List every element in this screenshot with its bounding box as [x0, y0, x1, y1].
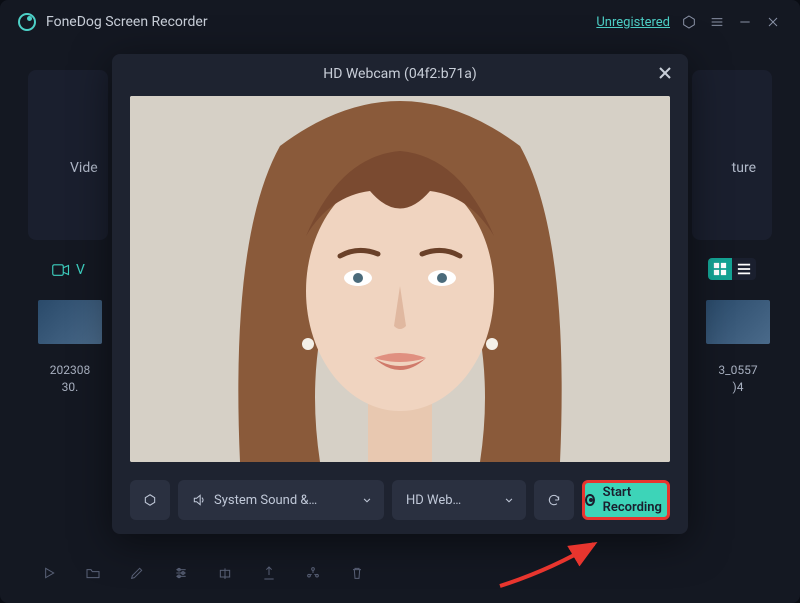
thumbnail-image	[706, 300, 770, 344]
bg-right-label: ture	[732, 160, 756, 176]
settings-hex-icon[interactable]	[680, 13, 698, 31]
thumbnail-left[interactable]: 202308 30.	[34, 300, 106, 396]
speaker-icon	[192, 493, 206, 507]
video-tab[interactable]: V	[52, 262, 85, 278]
chevron-down-icon	[360, 493, 374, 507]
folder-icon[interactable]	[84, 564, 102, 582]
camera-source-dropdown[interactable]: HD Web…	[392, 480, 526, 520]
modal-settings-button[interactable]	[130, 480, 170, 520]
menu-icon[interactable]	[708, 13, 726, 31]
modal-header: HD Webcam (04f2:b71a)	[112, 54, 688, 94]
minimize-icon[interactable]	[736, 13, 754, 31]
share-icon[interactable]	[304, 564, 322, 582]
start-recording-button[interactable]: Start Recording	[582, 480, 670, 520]
app-logo-icon	[18, 13, 36, 31]
close-icon[interactable]	[764, 13, 782, 31]
chevron-down-icon	[502, 493, 516, 507]
modal-close-icon[interactable]	[656, 64, 674, 82]
export-icon[interactable]	[260, 564, 278, 582]
camera-dropdown-label: HD Web…	[406, 493, 494, 508]
bg-card-right	[692, 70, 772, 240]
bg-left-label: Vide	[70, 160, 98, 176]
video-tab-label: V	[76, 262, 85, 278]
grid-view-button[interactable]	[708, 258, 732, 280]
start-recording-label: Start Recording	[603, 485, 667, 515]
delete-icon[interactable]	[348, 564, 366, 582]
thumbnail-line2: 30.	[34, 379, 106, 396]
webcam-modal: HD Webcam (04f2:b71a)	[112, 54, 688, 534]
app-title: FoneDog Screen Recorder	[46, 14, 208, 30]
modal-title: HD Webcam (04f2:b71a)	[323, 66, 477, 82]
thumbnail-line1: 3_0557	[702, 362, 774, 379]
record-icon	[585, 494, 595, 506]
audio-dropdown-label: System Sound &…	[214, 493, 352, 508]
audio-source-dropdown[interactable]: System Sound &…	[178, 480, 384, 520]
title-bar: FoneDog Screen Recorder Unregistered	[0, 0, 800, 44]
bg-card-left	[28, 70, 108, 240]
webcam-face-illustration	[130, 96, 670, 462]
webcam-preview	[130, 96, 670, 462]
app-window: FoneDog Screen Recorder Unregistered Vid…	[0, 0, 800, 603]
rename-icon[interactable]	[216, 564, 234, 582]
bottom-toolbar	[0, 557, 800, 589]
unregistered-link[interactable]: Unregistered	[596, 15, 670, 30]
list-view-button[interactable]	[732, 258, 756, 280]
play-icon[interactable]	[40, 564, 58, 582]
thumbnail-right[interactable]: 3_0557 )4	[702, 300, 774, 396]
thumbnail-line2: )4	[702, 379, 774, 396]
thumbnail-line1: 202308	[34, 362, 106, 379]
thumbnail-image	[38, 300, 102, 344]
edit-icon[interactable]	[128, 564, 146, 582]
refresh-button[interactable]	[534, 480, 574, 520]
modal-controls: System Sound &… HD Web… Start Recording	[130, 480, 670, 520]
view-toggle	[708, 258, 756, 280]
sliders-icon[interactable]	[172, 564, 190, 582]
